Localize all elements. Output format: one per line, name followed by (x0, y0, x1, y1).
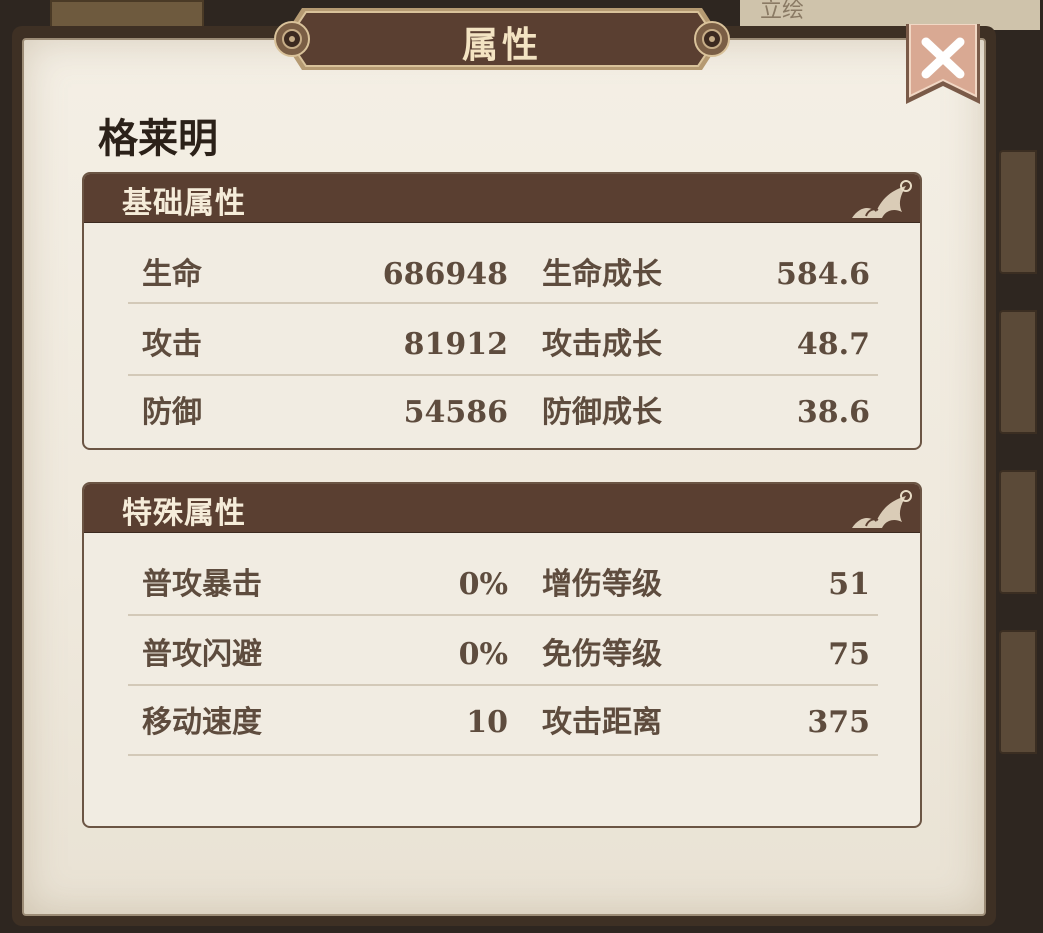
stat-label: 生命 (142, 257, 202, 292)
row-divider (128, 754, 878, 756)
stat-value: 686948 (382, 257, 508, 292)
row-divider (128, 684, 878, 686)
stat-label: 攻击 (142, 327, 202, 362)
side-tab (999, 310, 1037, 434)
stat-label: 增伤等级 (542, 567, 662, 602)
table-row: 防御 54586 防御成长 38.6 (128, 378, 878, 448)
stat-value: 48.7 (796, 327, 870, 362)
stat-label: 普攻暴击 (142, 567, 262, 602)
section-title: 特殊属性 (122, 496, 246, 531)
hero-name: 格莱明 (98, 115, 218, 162)
close-icon (906, 23, 980, 104)
section-header: 基础属性 (84, 174, 920, 223)
stat-value: 81912 (403, 327, 508, 362)
close-button[interactable] (902, 23, 984, 110)
row-divider (128, 374, 878, 376)
stat-value: 54586 (403, 395, 508, 430)
stat-value: 584.6 (776, 257, 870, 292)
stat-value: 38.6 (796, 395, 870, 430)
stat-label: 防御成长 (542, 395, 662, 430)
stage: 立绘 属性 格莱明 基础属性 生命 686948 生命成长 584.6 攻击 8… (0, 0, 1043, 933)
stat-value: 51 (828, 567, 870, 602)
stat-value: 75 (828, 637, 870, 672)
stat-label: 防御 (142, 395, 202, 430)
stat-label: 攻击成长 (542, 327, 662, 362)
basic-attributes-section: 基础属性 生命 686948 生命成长 584.6 攻击 81912 攻击成长 … (82, 172, 922, 450)
stat-label: 普攻闪避 (142, 637, 262, 672)
stat-label: 免伤等级 (542, 637, 662, 672)
panel-title: 属性 (461, 24, 542, 66)
special-attributes-section: 特殊属性 普攻暴击 0% 增伤等级 51 普攻闪避 0% 免伤等级 75 移动速… (82, 482, 922, 828)
table-row: 移动速度 10 攻击距离 375 (128, 688, 878, 758)
section-header: 特殊属性 (84, 484, 920, 533)
stat-label: 攻击距离 (542, 705, 662, 740)
floral-ornament-icon (852, 490, 912, 528)
row-divider (128, 302, 878, 304)
stat-value: 10 (466, 705, 508, 740)
table-row: 普攻暴击 0% 增伤等级 51 (128, 550, 878, 620)
side-tab (999, 150, 1037, 274)
side-tab (999, 630, 1037, 754)
side-tab (999, 470, 1037, 594)
stat-label: 生命成长 (542, 257, 662, 292)
background-tab-label: 立绘 (760, 0, 805, 23)
stat-value: 0% (458, 567, 508, 602)
stat-value: 375 (807, 705, 870, 740)
table-row: 攻击 81912 攻击成长 48.7 (128, 310, 878, 380)
row-divider (128, 614, 878, 616)
title-plaque: 属性 (262, 2, 742, 76)
stat-label: 移动速度 (142, 705, 262, 740)
table-row: 生命 686948 生命成长 584.6 (128, 240, 878, 310)
stat-value: 0% (458, 637, 508, 672)
section-title: 基础属性 (122, 186, 246, 221)
floral-ornament-icon (852, 180, 912, 218)
table-row: 普攻闪避 0% 免伤等级 75 (128, 620, 878, 690)
